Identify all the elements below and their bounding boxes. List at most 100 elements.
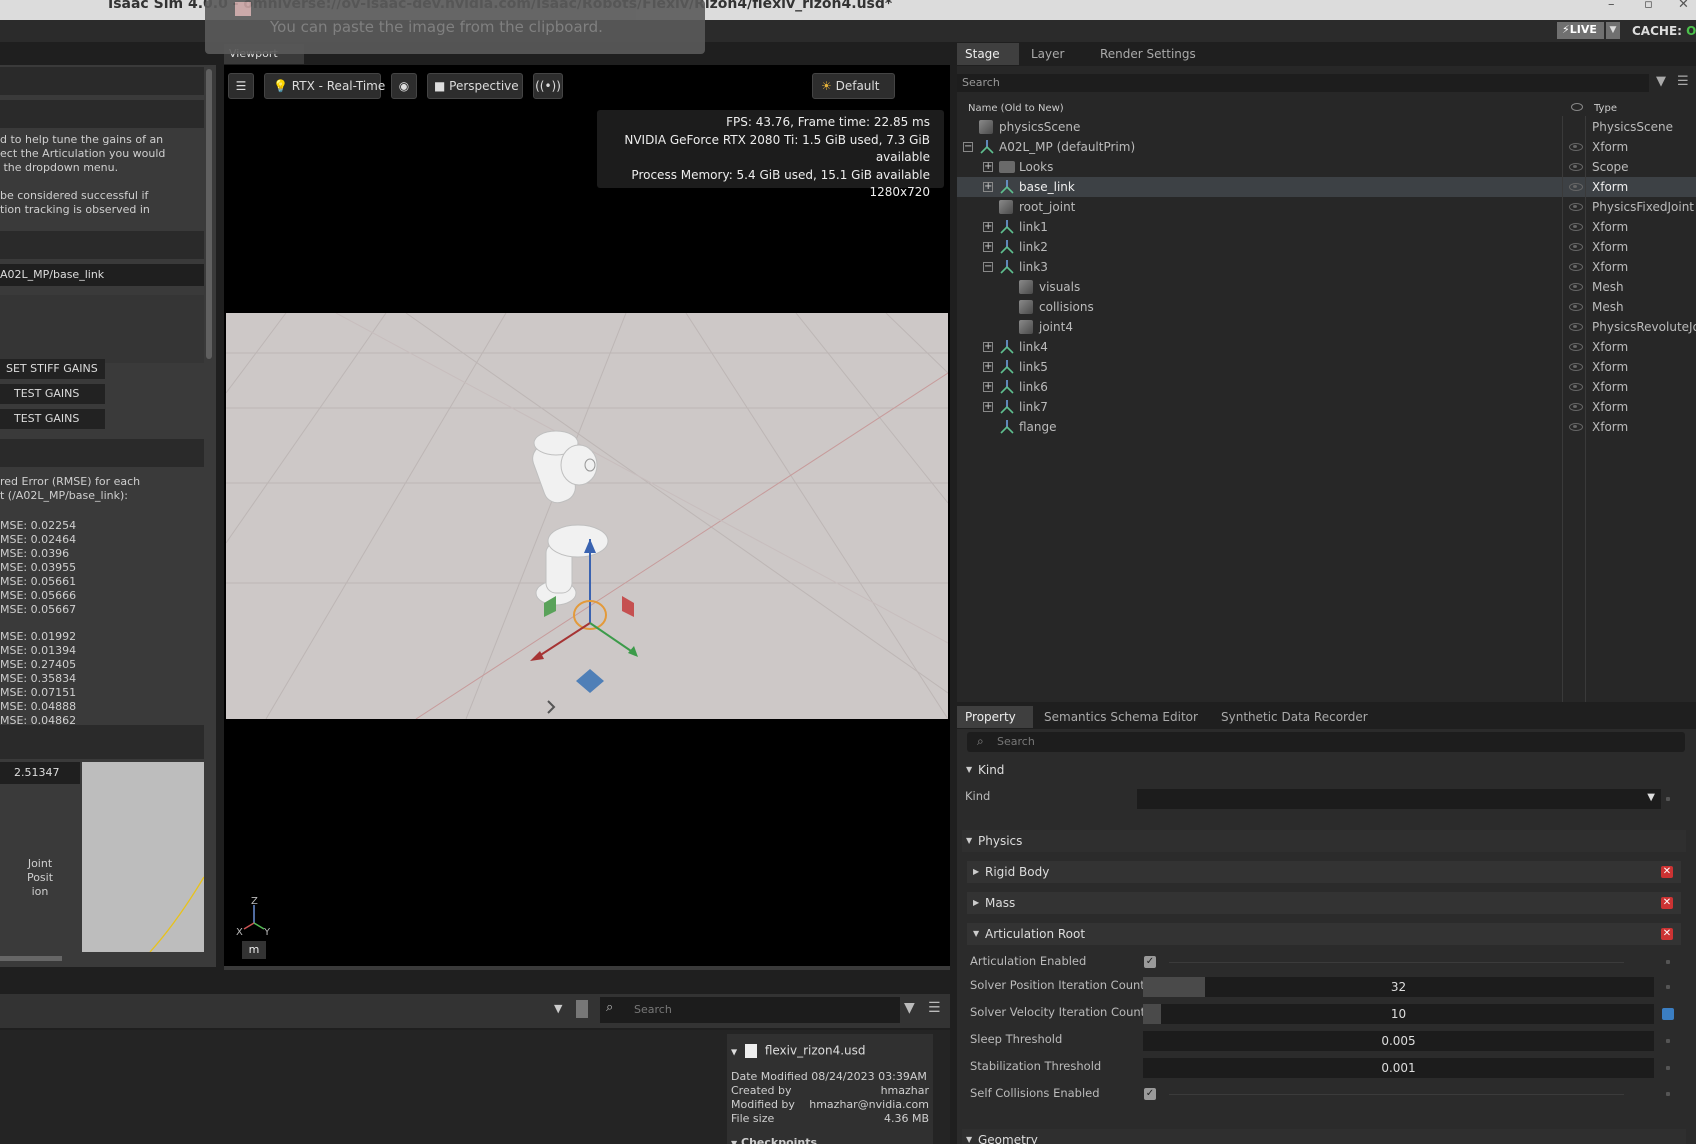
chevron-down-icon[interactable]: ▼ [1606, 22, 1620, 39]
viewport[interactable]: ☰ 💡 RTX - Real-Time ◉ ■ Perspective ((•)… [224, 65, 950, 966]
eye-icon[interactable] [1569, 403, 1583, 411]
expand-icon[interactable]: + [983, 222, 993, 232]
expand-icon[interactable]: + [983, 342, 993, 352]
section-header[interactable] [0, 725, 204, 759]
rigid-body-header[interactable]: ▶ Rigid Body ✕ [967, 861, 1681, 883]
chevron-down-icon: ▼ [966, 1135, 973, 1144]
eye-icon[interactable] [1569, 303, 1583, 311]
self-collisions-checkbox[interactable]: ✓ [1144, 1088, 1156, 1100]
eye-icon[interactable] [1569, 243, 1583, 251]
eye-icon[interactable] [1569, 383, 1583, 391]
expand-icon[interactable]: + [983, 382, 993, 392]
tab-stage[interactable]: Stage [957, 43, 1019, 65]
default-indicator[interactable] [1666, 1092, 1670, 1096]
section-header[interactable] [0, 439, 204, 467]
set-stiff-gains-button[interactable]: SET STIFF GAINS [0, 359, 105, 379]
tab-synthetic-data-recorder[interactable]: Synthetic Data Recorder [1213, 706, 1378, 728]
expand-icon[interactable]: + [983, 362, 993, 372]
eye-icon[interactable] [1569, 263, 1583, 271]
eye-icon[interactable] [1569, 183, 1583, 191]
sleep-threshold-field[interactable]: 0.005 [1143, 1031, 1654, 1051]
menu-icon[interactable]: ☰ [928, 1000, 941, 1016]
eye-icon[interactable] [1569, 143, 1583, 151]
rmse-value: MSE: 0.01394 [0, 644, 77, 657]
lighting-button[interactable]: ☀ Default [812, 73, 895, 99]
bookmark-icon[interactable] [576, 1000, 588, 1018]
eye-icon[interactable] [1569, 363, 1583, 371]
horizontal-scrollbar[interactable] [0, 956, 62, 961]
tab-render-settings[interactable]: Render Settings [1092, 43, 1212, 65]
articulation-root-header[interactable]: ▼ Articulation Root ✕ [967, 923, 1681, 945]
menu-icon[interactable]: ☰ [1677, 74, 1689, 89]
filter-icon[interactable]: ▼ [1656, 74, 1666, 89]
visibility-button[interactable]: ◉ [391, 73, 417, 99]
collapse-icon[interactable]: − [963, 142, 973, 152]
plot-value-field[interactable]: 2.51347 [0, 762, 80, 784]
default-indicator[interactable] [1666, 797, 1670, 801]
property-search-input[interactable]: Search [967, 732, 1685, 752]
eye-icon[interactable] [1569, 203, 1583, 211]
default-indicator[interactable] [1666, 1039, 1670, 1043]
remove-rigid-body-button[interactable]: ✕ [1661, 866, 1673, 878]
chevron-down-icon: ▼ [731, 1139, 738, 1144]
close-icon[interactable]: ✕ [1678, 0, 1689, 12]
viewport-settings-button[interactable]: ☰ [228, 73, 254, 99]
tab-layer[interactable]: Layer [1023, 43, 1093, 65]
maximize-icon[interactable]: ▫ [1644, 0, 1653, 12]
eye-icon[interactable] [1569, 223, 1583, 231]
type-column-header[interactable]: Type [1594, 103, 1617, 114]
eye-icon[interactable] [1569, 343, 1583, 351]
expand-icon[interactable]: + [983, 402, 993, 412]
name-column-header[interactable]: Name (Old to New) [968, 103, 1064, 114]
eye-icon[interactable] [1569, 323, 1583, 331]
solver-position-field[interactable]: 32 [1143, 977, 1654, 997]
default-indicator[interactable] [1666, 960, 1670, 964]
renderer-button[interactable]: 💡 RTX - Real-Time [264, 73, 385, 99]
physics-section-label: Physics [978, 834, 1023, 848]
physics-section-header[interactable]: ▼ Physics [962, 830, 1686, 852]
kind-section-header[interactable]: ▼ Kind [962, 759, 1686, 781]
eye-icon[interactable] [1571, 103, 1583, 111]
camera-button[interactable]: ■ Perspective [427, 73, 523, 99]
articulation-selector[interactable]: A02L_MP/base_link [0, 264, 204, 286]
section-header[interactable] [0, 231, 204, 259]
collapse-icon[interactable]: − [983, 262, 993, 272]
mass-header[interactable]: ▶ Mass ✕ [967, 892, 1681, 914]
remove-articulation-root-button[interactable]: ✕ [1661, 928, 1673, 940]
default-indicator[interactable] [1666, 1066, 1670, 1070]
scrollbar[interactable] [206, 69, 212, 359]
live-badge[interactable]: ⚡LIVE [1557, 22, 1604, 39]
default-indicator[interactable] [1666, 985, 1670, 989]
minimize-icon[interactable]: – [1608, 0, 1615, 12]
scene-view[interactable] [226, 313, 948, 719]
kind-dropdown[interactable]: ▼ [1137, 789, 1661, 809]
chevron-down-icon[interactable]: ▼ [554, 1002, 562, 1015]
articulation-enabled-checkbox[interactable]: ✓ [1144, 956, 1156, 968]
expand-icon[interactable]: + [983, 182, 993, 192]
modified-indicator[interactable] [1662, 1008, 1674, 1020]
expand-icon[interactable]: + [983, 162, 993, 172]
remove-mass-button[interactable]: ✕ [1661, 897, 1673, 909]
file-header[interactable]: ▼ flexiv_rizon4.usd [731, 1044, 931, 1058]
stage-search-input[interactable]: Search [957, 74, 1649, 92]
checkpoints-header[interactable]: ▼ Checkpoints [731, 1136, 931, 1144]
unit-badge[interactable]: m [242, 941, 266, 959]
content-search-input[interactable]: Search [600, 997, 900, 1023]
section-header[interactable] [0, 100, 204, 128]
sleep-threshold-value: 0.005 [1381, 1034, 1416, 1048]
xform-icon [1000, 180, 1014, 194]
tab-semantics-schema-editor[interactable]: Semantics Schema Editor [1036, 706, 1206, 728]
geometry-section-header[interactable]: ▼ Geometry [962, 1129, 1686, 1144]
expand-icon[interactable]: + [983, 242, 993, 252]
eye-icon[interactable] [1569, 163, 1583, 171]
filter-icon[interactable]: ▼ [904, 1000, 915, 1016]
test-gains-button[interactable]: TEST GAINS [0, 409, 105, 429]
section-header[interactable] [0, 67, 204, 95]
test-gains-button[interactable]: TEST GAINS [0, 384, 105, 404]
broadcast-button[interactable]: ((•)) [533, 73, 563, 99]
stabilization-threshold-field[interactable]: 0.001 [1143, 1058, 1654, 1078]
eye-icon[interactable] [1569, 283, 1583, 291]
eye-icon[interactable] [1569, 423, 1583, 431]
solver-velocity-field[interactable]: 10 [1143, 1004, 1654, 1024]
tab-property[interactable]: Property [957, 706, 1033, 728]
